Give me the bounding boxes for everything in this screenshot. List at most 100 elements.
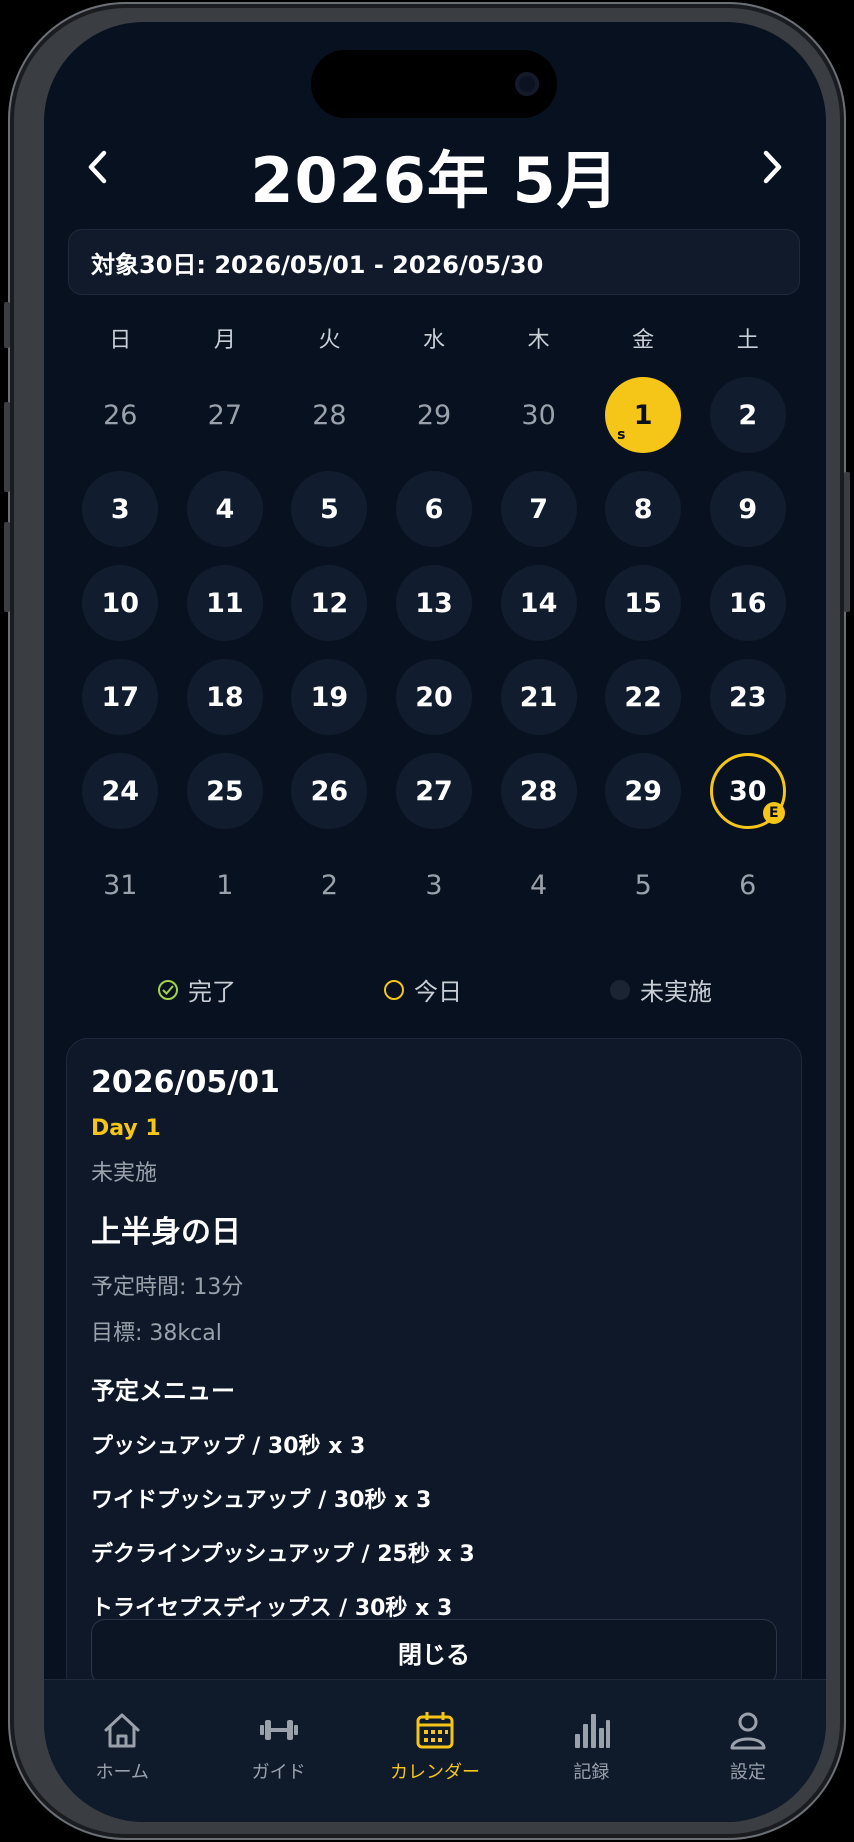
day-start[interactable]: 1s [605,377,682,453]
calendar-day[interactable]: 11 [186,565,263,641]
detail-date: 2026/05/01 [91,1065,280,1100]
day-end[interactable]: 30 E [709,753,786,829]
end-marker: E [762,802,785,824]
calendar-day[interactable]: 5 [291,471,368,547]
calendar-day[interactable]: 27 [396,753,473,829]
calendar-icon [416,1712,454,1749]
calendar-day[interactable]: 18 [186,659,263,735]
tab-calendar[interactable]: カレンダー [357,1680,513,1822]
tab-home[interactable]: ホーム [44,1680,200,1822]
day-number: 27 [415,775,453,807]
next-month-button[interactable] [748,142,798,192]
bar-chart-icon [575,1714,611,1748]
calendar-day[interactable]: 6 [710,847,786,923]
calendar-day[interactable]: 19 [291,659,368,735]
calendar-day[interactable]: 26 [291,753,368,829]
weekday-header: 日月火水木金土 [68,322,800,354]
calendar-day[interactable]: 14 [500,565,577,641]
calendar-cell: 14 [486,556,591,650]
calendar-cell: 29 [382,368,487,462]
dynamic-island [311,50,557,118]
calendar-day[interactable]: 4 [186,471,263,547]
calendar-day[interactable]: 5 [605,847,681,923]
calendar-day[interactable]: 25 [186,753,263,829]
day-number: 2 [320,869,339,901]
calendar-day[interactable]: 30 [501,377,577,453]
calendar-day[interactable]: 8 [605,471,682,547]
close-button[interactable]: 閉じる [91,1619,777,1685]
calendar-day[interactable]: 9 [709,471,786,547]
calendar-cell: 26 [68,368,173,462]
tab-settings[interactable]: 設定 [670,1680,826,1822]
calendar-cell: 20 [382,650,487,744]
tab-records[interactable]: 記録 [513,1680,669,1822]
calendar-cell: 16 [695,556,800,650]
calendar-day[interactable]: 15 [605,565,682,641]
tab-guide[interactable]: ガイド [200,1680,356,1822]
calendar-cell: 2 [277,838,382,932]
day-number: 28 [312,399,347,431]
calendar-day[interactable]: 10 [82,565,159,641]
calendar-day[interactable]: 6 [396,471,473,547]
calendar-day[interactable]: 27 [187,377,263,453]
calendar-week: 26 27 28 29 30 1 s 2 [68,368,800,462]
day-number: 20 [415,681,453,713]
calendar-day[interactable]: 29 [605,753,682,829]
calendar-cell: 30 E [695,744,800,838]
weekday-label: 木 [527,328,550,353]
day-number: 5 [320,493,339,525]
calendar-day[interactable]: 12 [291,565,368,641]
calendar-day[interactable]: 22 [605,659,682,735]
calendar-day[interactable]: 28 [291,377,367,453]
camera-icon [515,72,539,96]
calendar-day[interactable]: 21 [500,659,577,735]
calendar-day[interactable]: 23 [709,659,786,735]
day-detail-card: 2026/05/01 Day 1 未実施 上半身の日 予定時間: 13分 目標:… [66,1038,802,1698]
volume-down-button [4,522,10,612]
calendar-cell: 27 [382,744,487,838]
calendar-day[interactable]: 2 [709,377,786,453]
day-number: 29 [416,399,452,431]
menu-item: トライセプスディップス / 30秒 x 3 [91,1596,453,1621]
chevron-right-icon [763,150,782,184]
calendar-day[interactable]: 3 [396,847,472,923]
weekday-label: 火 [318,328,341,353]
calendar-day[interactable]: 28 [500,753,577,829]
calendar-cell: 6 [695,838,800,932]
calendar-cell: 28 [486,744,591,838]
tab-calendar-label: カレンダー [390,1762,481,1783]
detail-day-number: Day 1 [91,1116,161,1141]
calendar-day[interactable]: 24 [82,753,159,829]
calendar-day[interactable]: 7 [500,471,577,547]
calendar-day[interactable]: 29 [396,377,472,453]
weekday-label: 月 [213,328,236,353]
day-number: 8 [633,493,653,525]
calendar-day[interactable]: 20 [396,659,473,735]
day-number: 6 [739,869,757,901]
calendar-cell: 1 [173,838,278,932]
calendar-day[interactable]: 13 [396,565,473,641]
calendar-day[interactable]: 1 [187,847,263,923]
calendar-day[interactable]: 4 [501,847,577,923]
today-circle-icon [384,979,404,1000]
calendar-cell: 6 [382,462,487,556]
calendar-day[interactable]: 2 [291,847,367,923]
calendar-day[interactable]: 26 [82,377,158,453]
calendar-week: 10 11 12 13 14 15 16 [68,556,800,650]
calendar-cell: 8 [591,462,696,556]
calendar-day[interactable]: 3 [82,471,159,547]
day-number: 2 [738,399,758,431]
day-number: 28 [519,775,558,807]
calendar-day[interactable]: 31 [82,847,158,923]
day-number: 24 [101,775,140,807]
tab-bar: ホーム ガイド カレンダー 記録 設定 [44,1679,826,1822]
day-number: 6 [424,493,444,525]
calendar-day[interactable]: 17 [82,659,159,735]
calendar-day[interactable]: 16 [709,565,786,641]
calendar-cell: 17 [68,650,173,744]
power-button [844,472,850,612]
home-icon [104,1713,140,1748]
day-number: 4 [215,493,235,525]
day-number: 7 [529,493,548,525]
calendar-cell: 28 [277,368,382,462]
